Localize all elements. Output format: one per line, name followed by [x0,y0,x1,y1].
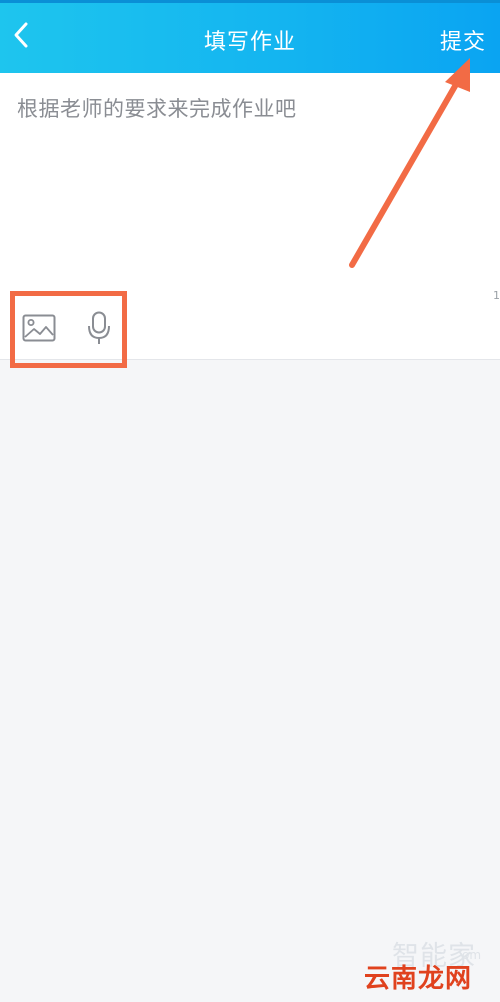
watermark-main: 云南龙网 [364,964,473,994]
microphone-icon [86,311,112,349]
image-icon [22,314,56,346]
submit-button[interactable]: 提交 [440,24,486,56]
header-bar: 填写作业 提交 [0,0,500,73]
add-image-button[interactable] [19,310,59,350]
homework-editor[interactable]: 根据老师的要求来完成作业吧 1 [0,73,500,368]
editor-placeholder: 根据老师的要求来完成作业吧 [17,97,297,121]
voice-input-button[interactable] [79,310,119,350]
attachment-toolbar-highlight [10,291,127,368]
edge-mark: 1 [493,289,500,302]
homework-page: 填写作业 提交 根据老师的要求来完成作业吧 1 智能家 om 云南龙网 [0,0,500,1002]
page-title: 填写作业 [203,30,296,55]
